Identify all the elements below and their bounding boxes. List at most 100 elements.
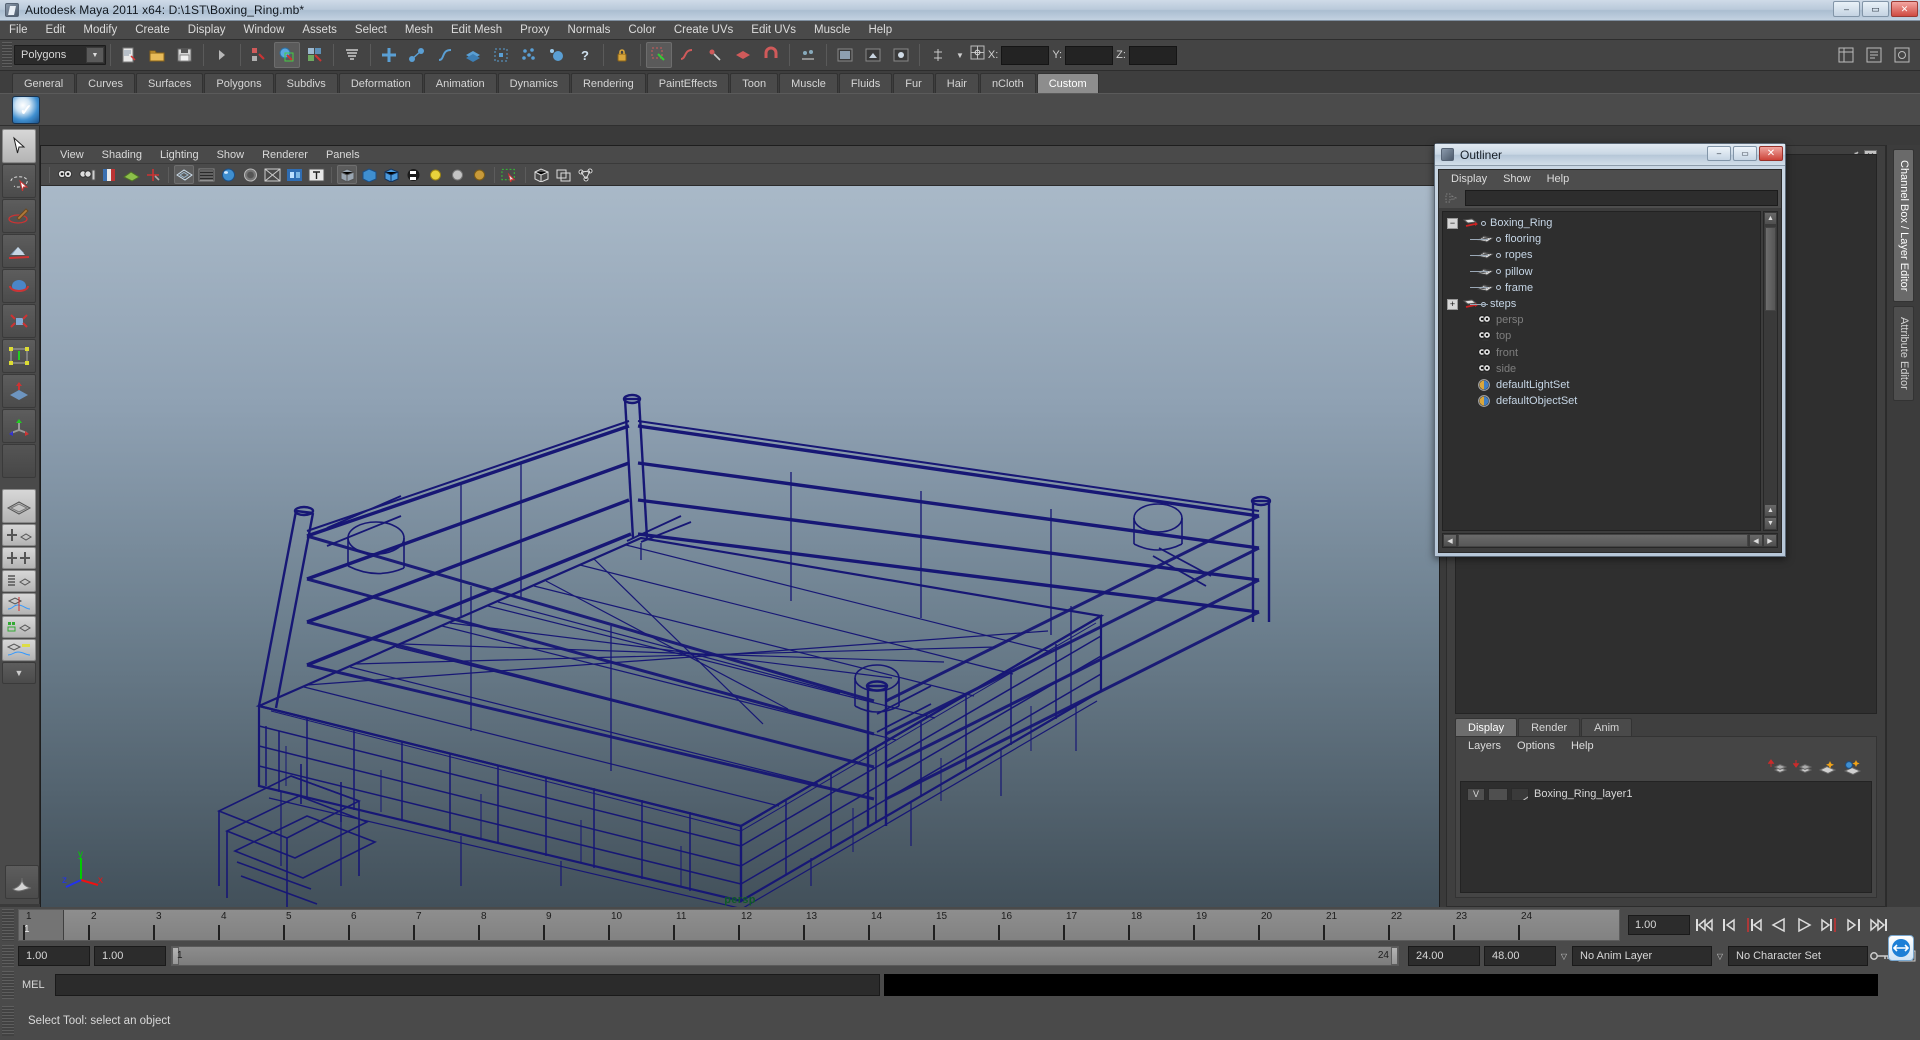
shelf-tab-toon[interactable]: Toon	[730, 73, 779, 93]
tab-display[interactable]: Display	[1455, 718, 1518, 737]
outliner-row-persp[interactable]: persp	[1443, 312, 1760, 328]
select-by-object-icon[interactable]	[274, 42, 300, 68]
outliner-row-front[interactable]: front	[1443, 345, 1760, 361]
wireframe-icon[interactable]	[174, 165, 194, 184]
construction-history-icon[interactable]	[795, 42, 821, 68]
new-layer-from-selected-icon[interactable]	[1842, 758, 1862, 776]
sidebar-tool-icon[interactable]	[1889, 42, 1915, 68]
shelf-tab-polygons[interactable]: Polygons	[204, 73, 274, 93]
hscroll-right-icon[interactable]: ▶	[1763, 534, 1777, 547]
shelf-tab-subdivs[interactable]: Subdivs	[274, 73, 338, 93]
menu-select[interactable]: Select	[346, 23, 396, 37]
outliner-row-frame[interactable]: frame	[1443, 280, 1760, 296]
paint-select-tool-button[interactable]	[2, 199, 36, 233]
persp-graph-layout-button[interactable]	[2, 547, 36, 569]
animation-end-time-field[interactable]: 48.00	[1484, 946, 1556, 966]
step-back-frame-icon[interactable]	[1718, 914, 1740, 936]
magnet-icon[interactable]	[758, 42, 784, 68]
menu-edit[interactable]: Edit	[37, 23, 75, 37]
shelf-tab-dynamics[interactable]: Dynamics	[497, 73, 570, 93]
undo-icon[interactable]	[209, 42, 235, 68]
camera-attributes-icon[interactable]	[77, 165, 97, 184]
handles-icon[interactable]	[376, 42, 402, 68]
help-line-grip[interactable]	[2, 1005, 14, 1036]
shelf-tab-rendering[interactable]: Rendering	[570, 73, 646, 93]
checker-texture-icon[interactable]	[403, 165, 423, 184]
layer-row-boxing-ring[interactable]: V Boxing_Ring_layer1	[1461, 786, 1871, 802]
command-line-grip[interactable]	[2, 971, 14, 999]
play-forwards-icon[interactable]	[1793, 914, 1815, 936]
viewport-menu-lighting[interactable]: Lighting	[151, 149, 208, 161]
outliner-minimize-button[interactable]: –	[1707, 146, 1731, 161]
snap-view-plane-icon[interactable]	[730, 42, 756, 68]
menu-modify[interactable]: Modify	[74, 23, 126, 37]
layer-playback-toggle[interactable]	[1488, 787, 1508, 801]
snap-grid-icon[interactable]	[646, 42, 672, 68]
layer-menu-help[interactable]: Help	[1563, 740, 1602, 752]
character-set-field[interactable]: No Character Set	[1728, 946, 1868, 966]
layer-visibility-toggle[interactable]: V	[1467, 787, 1485, 801]
grid-icon[interactable]	[531, 165, 551, 184]
coord-z-input[interactable]	[1128, 45, 1177, 65]
scrollbar-thumb[interactable]	[1765, 227, 1776, 311]
xray-icon[interactable]	[284, 165, 304, 184]
hscroll-left2-icon[interactable]: ◀	[1749, 534, 1763, 547]
shelf-tab-painteffects[interactable]: PaintEffects	[646, 73, 730, 93]
command-response-field[interactable]	[883, 974, 1878, 996]
smooth-wireframe-icon[interactable]	[337, 165, 357, 184]
range-start-time-field[interactable]: 1.00	[94, 946, 166, 966]
viewport-menu-panels[interactable]: Panels	[317, 149, 369, 161]
command-language-label[interactable]: MEL	[22, 979, 45, 991]
outliner-row-flooring[interactable]: flooring	[1443, 231, 1760, 247]
menu-file[interactable]: File	[0, 23, 37, 37]
select-by-hierarchy-icon[interactable]	[246, 42, 272, 68]
minimize-button[interactable]: –	[1833, 1, 1860, 17]
open-scene-icon[interactable]	[144, 42, 170, 68]
command-line-input[interactable]	[54, 974, 880, 996]
resolution-gate-icon[interactable]	[575, 165, 595, 184]
shelf-tab-deformation[interactable]: Deformation	[338, 73, 423, 93]
outliner-tree[interactable]: − Boxing_Ring flooring ropes pillow fram…	[1442, 211, 1761, 531]
layer-menu-options[interactable]: Options	[1509, 740, 1563, 752]
layer-menu-layers[interactable]: Layers	[1460, 740, 1509, 752]
show-manipulator-tool-button[interactable]	[2, 409, 36, 443]
menu-edit-mesh[interactable]: Edit Mesh	[442, 23, 511, 37]
outliner-row-side[interactable]: side	[1443, 361, 1760, 377]
shelf-tab-fluids[interactable]: Fluids	[838, 73, 893, 93]
step-forward-frame-icon[interactable]	[1843, 914, 1865, 936]
flat-shade-icon[interactable]	[359, 165, 379, 184]
viewport-canvas[interactable]: y x z persp	[41, 186, 1439, 908]
go-to-start-icon[interactable]	[1693, 914, 1715, 936]
time-slider[interactable]: 1 1 2 3 4 5 6 7 8 9 10 11 12 13 14 15 16…	[18, 909, 1620, 941]
step-back-key-icon[interactable]	[1743, 914, 1765, 936]
lock-icon[interactable]	[609, 42, 635, 68]
vtab-attribute-editor[interactable]: Attribute Editor	[1893, 306, 1914, 402]
shelf-tab-custom[interactable]: Custom	[1036, 73, 1099, 93]
sidebar-attribute-icon[interactable]	[1861, 42, 1887, 68]
sidebar-channelbox-icon[interactable]	[1833, 42, 1859, 68]
outliner-row-boxing-ring[interactable]: − Boxing_Ring	[1443, 215, 1760, 231]
menu-help[interactable]: Help	[859, 23, 901, 37]
input-output-icon[interactable]	[925, 42, 951, 68]
step-forward-key-icon[interactable]	[1818, 914, 1840, 936]
use-default-lighting-icon[interactable]	[240, 165, 260, 184]
light2-icon[interactable]	[447, 165, 467, 184]
shadows-icon[interactable]	[262, 165, 282, 184]
soft-modification-tool-button[interactable]	[2, 374, 36, 408]
new-scene-icon[interactable]	[116, 42, 142, 68]
menu-edit-uvs[interactable]: Edit UVs	[742, 23, 805, 37]
outliner-maximize-button[interactable]: ▭	[1733, 146, 1757, 161]
maximize-button[interactable]: ▭	[1862, 1, 1889, 17]
range-slider[interactable]: 1 24	[171, 946, 1399, 966]
single-perspective-view-button[interactable]	[2, 489, 36, 523]
search-filter-icon[interactable]	[1442, 191, 1462, 206]
menu-color[interactable]: Color	[619, 23, 664, 37]
outliner-titlebar[interactable]: Outliner – ▭ ✕	[1435, 144, 1785, 166]
coord-y-input[interactable]	[1065, 45, 1114, 65]
two-d-pan-zoom-icon[interactable]	[143, 165, 163, 184]
outliner-row-default-light-set[interactable]: defaultLightSet	[1443, 377, 1760, 393]
range-end-time-field[interactable]: 24.00	[1408, 946, 1480, 966]
menu-assets[interactable]: Assets	[293, 23, 346, 37]
menuset-selector[interactable]: Polygons ▼	[14, 45, 106, 65]
outliner-horizontal-scrollbar[interactable]: ◀ ◀ ▶	[1442, 533, 1778, 548]
